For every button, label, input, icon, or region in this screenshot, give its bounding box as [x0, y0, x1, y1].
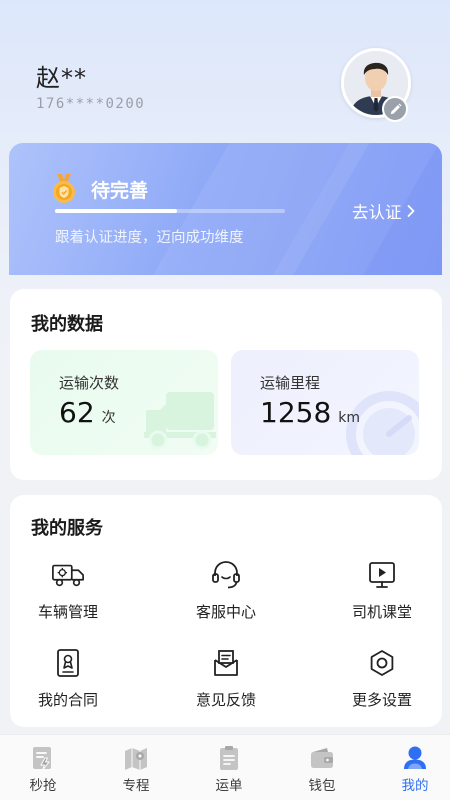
- service-more-settings[interactable]: 更多设置: [312, 646, 450, 716]
- go-certify-label: 去认证: [352, 203, 402, 222]
- service-more-settings-label: 更多设置: [351, 691, 412, 709]
- tab-mine-label: 我的: [401, 778, 429, 794]
- tab-dedicated-route-label: 专程: [122, 778, 150, 794]
- user-name: 赵**: [36, 64, 87, 92]
- service-driver-class-label: 司机课堂: [351, 603, 412, 621]
- my-services-card: 我的服务 车辆管理 客服中心 司机课堂 我的合同 意见反馈 更多设置: [10, 495, 442, 727]
- transport-count-value-group: 62 次: [59, 396, 116, 429]
- bottom-tab-bar: 秒抢 专程 运单 钱包 我的: [0, 734, 450, 800]
- truck-icon: [52, 564, 84, 587]
- service-vehicle-management[interactable]: 车辆管理: [0, 558, 138, 628]
- transport-count-value: 62: [59, 396, 95, 429]
- settings-icon: [370, 650, 394, 676]
- waybill-icon: [220, 746, 238, 770]
- profile-icon: [404, 746, 426, 769]
- certification-progress: [55, 209, 285, 213]
- service-customer-center[interactable]: 客服中心: [156, 558, 296, 628]
- medal-icon: [53, 174, 75, 203]
- service-my-contract[interactable]: 我的合同: [0, 646, 138, 716]
- transport-count-unit: 次: [101, 410, 116, 426]
- service-feedback[interactable]: 意见反馈: [156, 646, 296, 716]
- pencil-icon: [390, 103, 401, 114]
- transport-count-stat[interactable]: 运输次数 62 次: [30, 350, 218, 455]
- transport-mileage-value: 1258: [260, 396, 332, 429]
- transport-count-label: 运输次数: [59, 374, 120, 392]
- certification-description: 跟着认证进度，迈向成功维度: [55, 230, 244, 246]
- my-services-title: 我的服务: [31, 518, 103, 539]
- my-data-card: 我的数据 运输次数 62 次 运输里程 1258 km: [10, 289, 442, 480]
- service-my-contract-label: 我的合同: [37, 691, 98, 709]
- edit-avatar-button[interactable]: [382, 96, 408, 122]
- contract-icon: [57, 649, 79, 677]
- go-certify-link[interactable]: 去认证: [352, 199, 416, 223]
- headset-icon: [212, 561, 240, 589]
- tab-dedicated-route[interactable]: 专程: [91, 735, 181, 800]
- certification-status: 待完善: [91, 180, 149, 202]
- feedback-icon: [214, 650, 238, 676]
- service-vehicle-management-label: 车辆管理: [37, 603, 98, 621]
- tab-wallet[interactable]: 钱包: [277, 735, 367, 800]
- grab-order-icon: [33, 747, 51, 771]
- my-data-title: 我的数据: [31, 314, 103, 335]
- tab-mine[interactable]: 我的: [370, 735, 450, 800]
- tab-grab-order[interactable]: 秒抢: [0, 735, 88, 800]
- transport-mileage-unit: km: [338, 410, 361, 426]
- profile-header: 赵** 176****0200: [0, 0, 450, 150]
- certification-card[interactable]: 待完善 跟着认证进度，迈向成功维度 去认证: [9, 143, 442, 275]
- service-feedback-label: 意见反馈: [195, 691, 256, 709]
- user-phone: 176****0200: [36, 96, 146, 112]
- wallet-icon: [311, 748, 333, 768]
- tab-grab-order-label: 秒抢: [29, 778, 57, 794]
- tab-waybill-label: 运单: [215, 778, 243, 794]
- transport-mileage-stat[interactable]: 运输里程 1258 km: [231, 350, 419, 455]
- transport-mileage-value-group: 1258 km: [260, 396, 360, 429]
- tab-waybill[interactable]: 运单: [184, 735, 274, 800]
- truck-watermark-icon: [144, 392, 216, 450]
- tab-wallet-label: 钱包: [308, 778, 336, 794]
- video-class-icon: [369, 562, 395, 588]
- transport-mileage-label: 运输里程: [260, 374, 321, 392]
- service-customer-center-label: 客服中心: [195, 603, 256, 621]
- certification-progress-fill: [55, 209, 177, 213]
- service-driver-class[interactable]: 司机课堂: [312, 558, 450, 628]
- map-route-icon: [125, 748, 147, 770]
- chevron-right-icon: [407, 205, 414, 217]
